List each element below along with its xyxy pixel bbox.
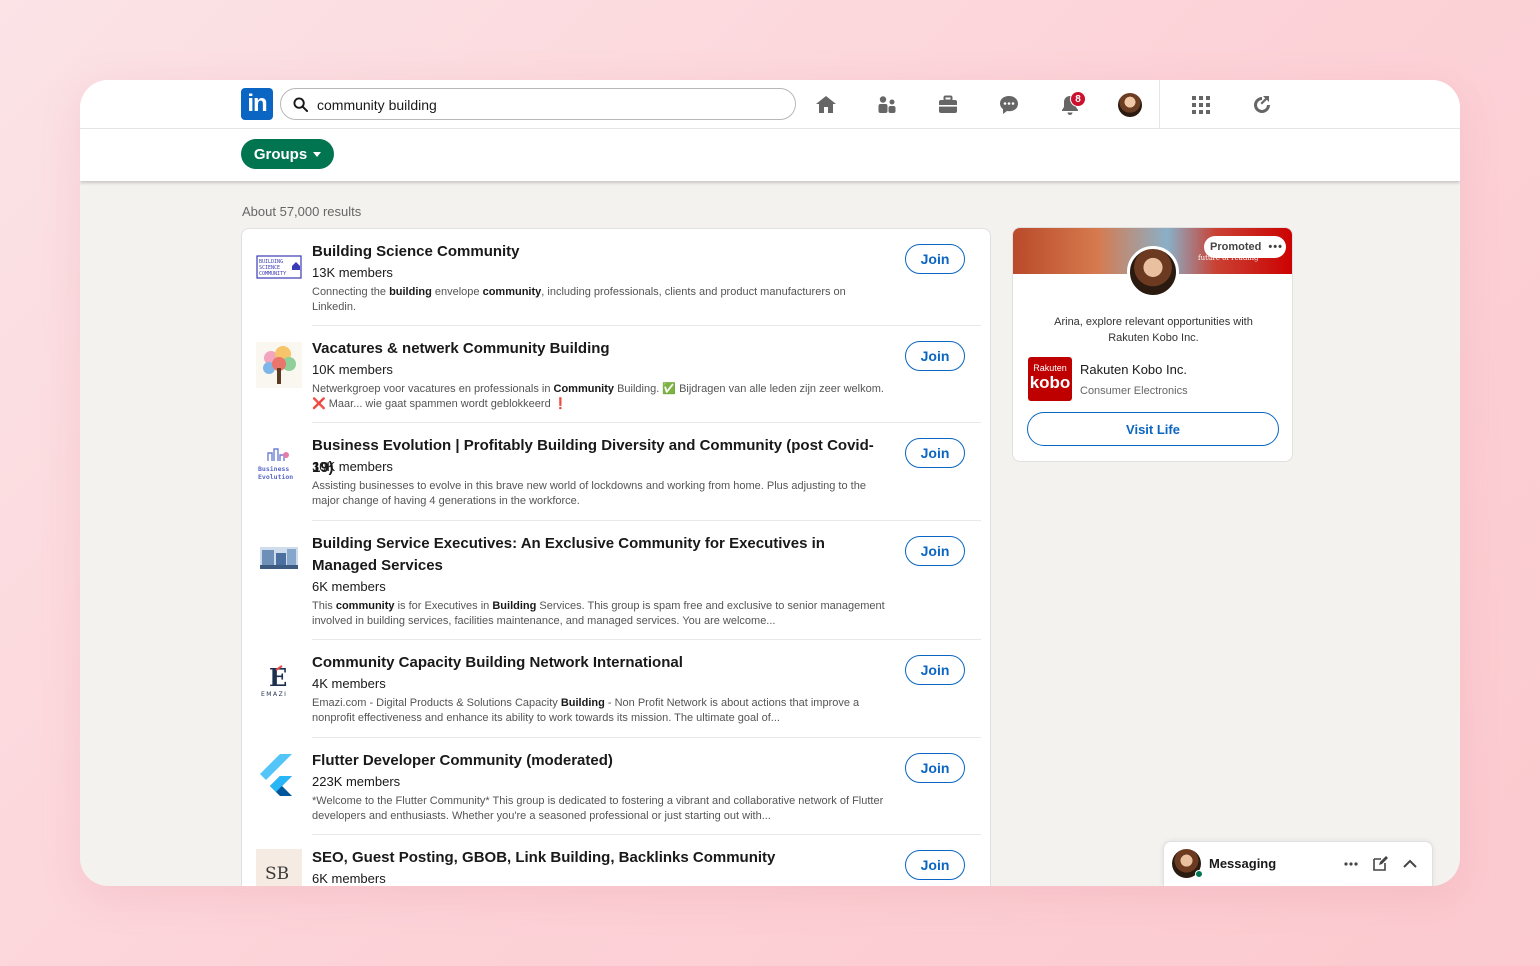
group-logo-business-evolution[interactable]: Business Evolution [256,439,302,485]
join-button[interactable]: Join [905,655,965,685]
group-members: 13K members [312,265,393,280]
svg-text:Evolution: Evolution [258,473,293,481]
online-status-icon [1195,870,1203,878]
result-item: Business Evolution Business Evolution | … [242,423,990,521]
visit-life-button[interactable]: Visit Life [1027,412,1279,446]
join-button[interactable]: Join [905,536,965,566]
advertise-icon[interactable] [1249,92,1275,118]
ad-profile-avatar [1127,246,1179,298]
more-options-icon[interactable]: ••• [1268,241,1283,253]
group-logo-building-science[interactable]: BUILDING SCIENCE COMMUNITY [256,245,302,291]
my-network-icon[interactable] [874,92,900,118]
search-icon [293,97,308,112]
group-title[interactable]: Building Science Community [312,241,887,263]
group-title[interactable]: Vacatures & netwerk Community Building [312,338,887,360]
jobs-icon[interactable] [935,92,961,118]
svg-text:SB: SB [265,864,289,884]
group-description: Netwerkgroep voor vacatures en professio… [312,383,884,410]
group-members: 6K members [312,871,386,886]
svg-text:COMMUNITY: COMMUNITY [259,271,286,277]
group-members: 30K members [312,459,393,474]
group-logo-tree[interactable] [256,342,302,388]
compose-message-icon[interactable] [1371,855,1389,873]
company-logo-kobo[interactable]: Rakuten kobo [1028,357,1072,401]
nav-divider [1159,80,1160,129]
group-title[interactable]: SEO, Guest Posting, GBOB, Link Building,… [312,847,887,869]
svg-text:Business: Business [258,465,289,473]
global-nav: in 8 [80,80,1460,129]
group-title[interactable]: Flutter Developer Community (moderated) [312,750,887,772]
groups-filter-button[interactable]: Groups [241,139,334,169]
group-description: Assisting businesses to evolve in this b… [312,480,866,507]
messaging-icon[interactable] [996,92,1022,118]
group-description: Connecting the building envelope communi… [312,286,846,313]
chevron-up-icon[interactable] [1401,855,1419,873]
ad-message: Arina, explore relevant opportunities wi… [1054,316,1253,344]
group-members: 223K members [312,774,401,789]
ad-company-industry: Consumer Electronics [1080,385,1188,397]
home-icon[interactable] [813,92,839,118]
group-members: 6K members [312,579,386,594]
group-logo-sb[interactable]: SB [256,849,302,886]
caret-down-icon [313,151,322,157]
group-description: Emazi.com - Digital Products & Solutions… [312,697,860,724]
group-members: 4K members [312,676,386,691]
join-button[interactable]: Join [905,341,965,371]
result-item: Vacatures & netwerk Community Building 1… [242,326,990,423]
search-box[interactable] [280,88,796,120]
search-filter-bar: Groups [80,129,1460,181]
result-item: Building Service Executives: An Exclusiv… [242,521,990,640]
svg-text:E: E [269,663,287,692]
search-results-list: BUILDING SCIENCE COMMUNITY Building Scie… [241,228,991,886]
join-button[interactable]: Join [905,753,965,783]
group-description: This community is for Executives in Buil… [312,600,885,627]
notification-badge: 8 [1070,91,1086,107]
work-grid-icon[interactable] [1188,92,1214,118]
group-title[interactable]: Business Evolution | Profitably Building… [312,435,887,479]
result-item: BUILDING SCIENCE COMMUNITY Building Scie… [242,229,990,326]
group-logo-building-service[interactable] [256,535,302,581]
svg-text:EMAZI: EMAZI [261,691,287,698]
ad-company-name[interactable]: Rakuten Kobo Inc. [1080,362,1187,377]
join-button[interactable]: Join [905,850,965,880]
messaging-dock[interactable]: Messaging [1163,841,1433,886]
group-title[interactable]: Building Service Executives: An Exclusiv… [312,533,887,577]
results-count: About 57,000 results [242,204,362,219]
group-description: *Welcome to the Flutter Community* This … [312,795,884,822]
groups-filter-label: Groups [253,145,308,163]
group-logo-flutter[interactable] [256,752,302,798]
browser-window: in 8 Groups [80,80,1460,886]
result-item: SB SEO, Guest Posting, GBOB, Link Buildi… [242,835,990,886]
me-avatar[interactable] [1118,93,1142,117]
promoted-label[interactable]: Promoted ••• [1204,236,1286,258]
messaging-label[interactable]: Messaging [1209,856,1276,871]
result-item: Flutter Developer Community (moderated) … [242,738,990,835]
group-title[interactable]: Community Capacity Building Network Inte… [312,652,887,674]
join-button[interactable]: Join [905,438,965,468]
search-input[interactable] [317,95,777,115]
group-logo-emazi[interactable]: E EMAZI [256,656,302,702]
promoted-ad-card: future of reading Promoted ••• Arina, ex… [1012,227,1293,462]
linkedin-logo[interactable]: in [241,88,273,120]
more-options-icon[interactable] [1342,855,1360,873]
result-item: E EMAZI Community Capacity Building Netw… [242,640,990,738]
group-members: 10K members [312,362,393,377]
join-button[interactable]: Join [905,244,965,274]
